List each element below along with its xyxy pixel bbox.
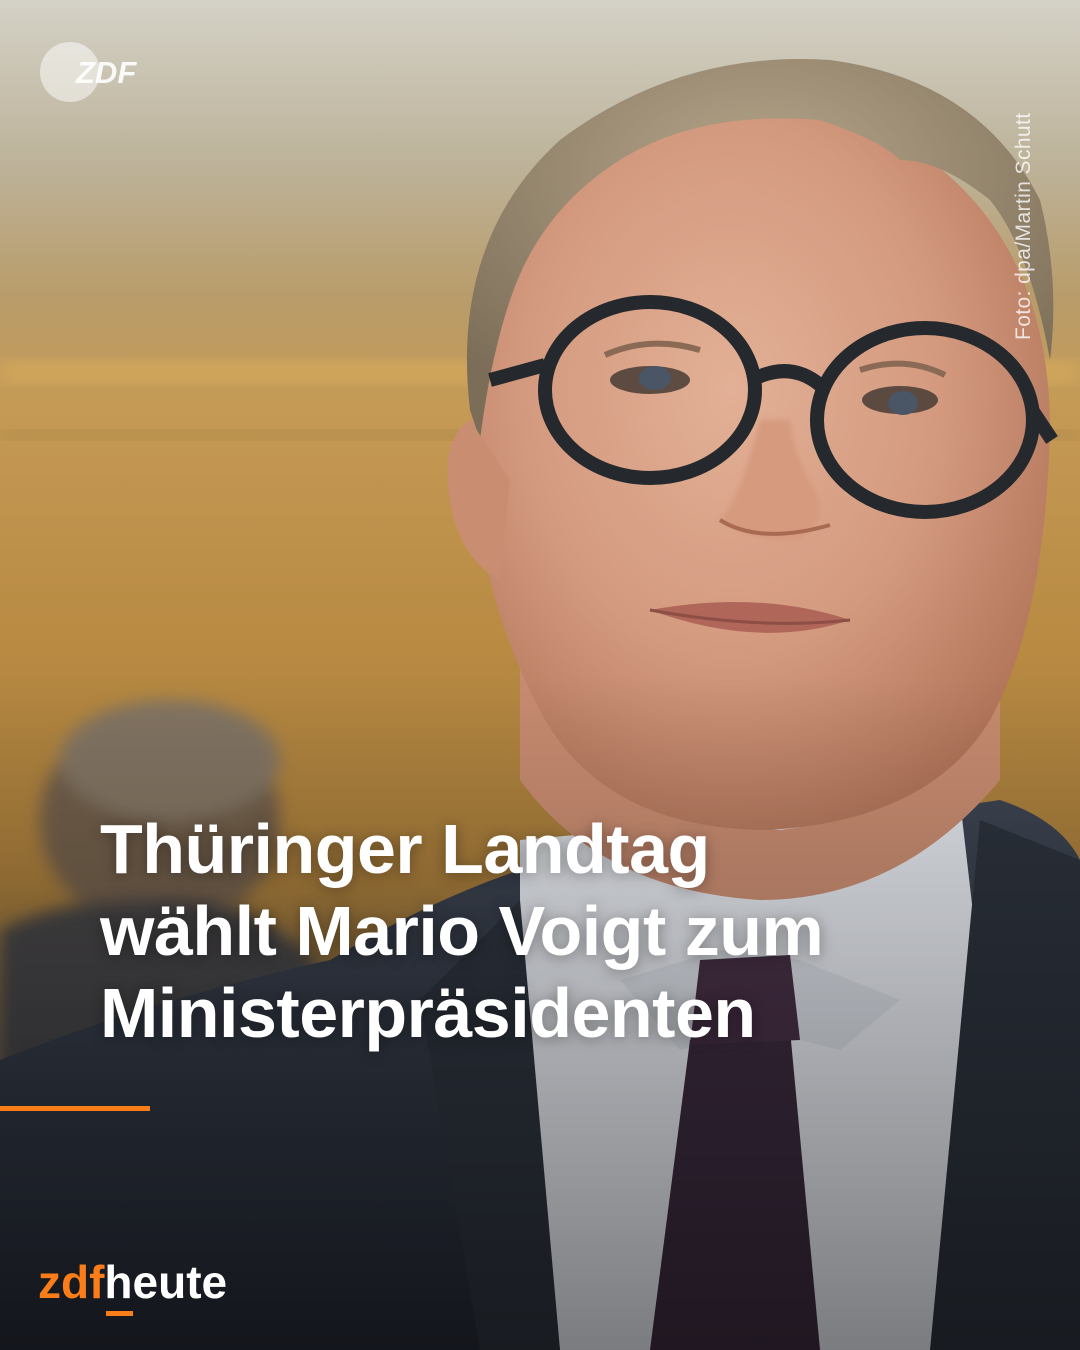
brand-underline [106,1311,134,1316]
headline-line: Ministerpräsidenten [100,974,756,1052]
headline-line: Thüringer Landtag [100,810,710,888]
photo-credit: Foto: dpa/Martin Schutt [1012,112,1035,340]
zdfheute-logo: zdfheute [38,1252,228,1316]
headline: Thüringer Landtag wählt Mario Voigt zum … [100,808,1040,1054]
zdf-watermark-logo: ZDF [40,42,137,102]
brand-suffix: heute [104,1256,228,1316]
svg-text:ZDF: ZDF [75,55,137,90]
accent-divider [0,1106,150,1111]
brand-prefix: zdf [38,1256,105,1308]
headline-line: wählt Mario Voigt zum [100,892,824,970]
portrait-photo [0,0,1080,1350]
brand-suffix-text: heute [104,1256,228,1308]
post-card: ZDF Foto: dpa/Martin Schutt Thüringer La… [0,0,1080,1350]
